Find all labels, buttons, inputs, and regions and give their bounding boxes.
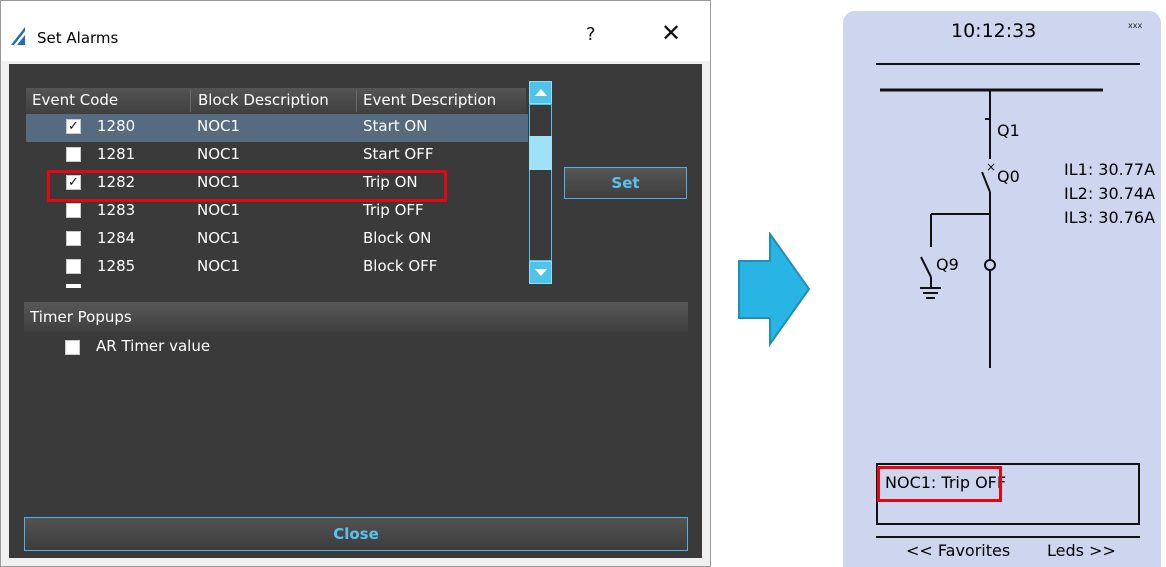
block-description-cell: NOC1 xyxy=(197,145,241,163)
il3-measurement: IL3: 30.76A xyxy=(1064,208,1156,227)
app-logo-icon xyxy=(11,27,25,45)
leds-softkey[interactable]: Leds >> xyxy=(1047,541,1116,560)
chevron-up-icon xyxy=(534,89,547,96)
highlight-box-row-1282 xyxy=(47,170,447,202)
row-checkbox[interactable] xyxy=(66,231,81,246)
block-description-cell: NOC1 xyxy=(197,257,241,275)
set-alarms-dialog: Set Alarms ? ✕ xyxy=(0,0,711,567)
column-header-event-description[interactable]: Event Description xyxy=(363,91,496,109)
row-checkbox[interactable] xyxy=(66,259,81,274)
event-code-cell: 1281 xyxy=(97,145,136,163)
row-checkbox[interactable] xyxy=(66,203,81,218)
event-table-header: Event Code Block Description Event Descr… xyxy=(26,88,526,114)
il1-measurement: IL1: 30.77A xyxy=(1064,160,1156,179)
event-code-cell: 1280 xyxy=(97,117,136,135)
table-row[interactable]: 1281 NOC1 Start OFF xyxy=(26,142,528,170)
scroll-thumb[interactable] xyxy=(529,136,552,170)
event-code-cell: 1285 xyxy=(97,257,136,275)
block-description-cell: NOC1 xyxy=(197,201,241,219)
partial-row-checkbox xyxy=(66,284,81,288)
event-description-cell: Trip OFF xyxy=(363,201,424,219)
table-row[interactable]: ✓ 1280 NOC1 Start ON xyxy=(26,114,528,142)
column-divider[interactable] xyxy=(356,90,357,112)
row-checkbox[interactable] xyxy=(66,147,81,162)
table-row[interactable]: 1283 NOC1 Trip OFF xyxy=(26,198,528,226)
device-clock: 10:12:33 xyxy=(951,20,1037,42)
event-description-cell: Block OFF xyxy=(363,257,438,275)
device-display: × 10:12:33 xxx Q1 Q0 Q9 IL1: 30.77A IL2:… xyxy=(843,11,1161,567)
il2-measurement: IL2: 30.74A xyxy=(1064,184,1156,203)
svg-text:×: × xyxy=(986,160,996,174)
scroll-down-button[interactable] xyxy=(529,261,552,284)
q1-label: Q1 xyxy=(997,121,1020,140)
right-arrow-icon xyxy=(738,232,811,347)
timer-popups-section: Timer Popups xyxy=(24,302,688,332)
q0-label: Q0 xyxy=(997,167,1020,186)
column-header-block-description[interactable]: Block Description xyxy=(198,91,329,109)
close-window-icon[interactable]: ✕ xyxy=(661,19,681,47)
section-title: Timer Popups xyxy=(30,308,132,326)
table-row[interactable]: 1285 NOC1 Block OFF xyxy=(26,254,528,282)
block-description-cell: NOC1 xyxy=(197,117,241,135)
row-checkbox[interactable]: ✓ xyxy=(66,119,81,134)
event-description-cell: Start OFF xyxy=(363,145,434,163)
column-divider[interactable] xyxy=(190,90,191,112)
favorites-softkey[interactable]: << Favorites xyxy=(906,541,1010,560)
chevron-down-icon xyxy=(534,269,547,276)
highlight-box-alarm xyxy=(877,466,1002,502)
scroll-track[interactable] xyxy=(529,104,552,261)
title-bar: Set Alarms ? ✕ xyxy=(1,1,710,61)
close-button[interactable]: Close xyxy=(24,517,688,551)
vertical-scrollbar[interactable] xyxy=(529,81,552,291)
table-row[interactable]: 1284 NOC1 Block ON xyxy=(26,226,528,254)
q9-label: Q9 xyxy=(936,255,959,274)
event-code-cell: 1283 xyxy=(97,201,136,219)
dialog-title: Set Alarms xyxy=(37,29,119,47)
ar-timer-checkbox[interactable] xyxy=(65,340,80,355)
device-corner-text: xxx xyxy=(1128,21,1143,30)
set-button[interactable]: Set xyxy=(564,167,687,199)
scroll-up-button[interactable] xyxy=(529,81,552,104)
column-header-event-code[interactable]: Event Code xyxy=(32,91,118,109)
event-description-cell: Start ON xyxy=(363,117,428,135)
ar-timer-label: AR Timer value xyxy=(96,337,211,355)
help-button[interactable]: ? xyxy=(586,24,596,45)
event-code-cell: 1284 xyxy=(97,229,136,247)
event-description-cell: Block ON xyxy=(363,229,432,247)
footer-divider xyxy=(876,536,1140,538)
block-description-cell: NOC1 xyxy=(197,229,241,247)
